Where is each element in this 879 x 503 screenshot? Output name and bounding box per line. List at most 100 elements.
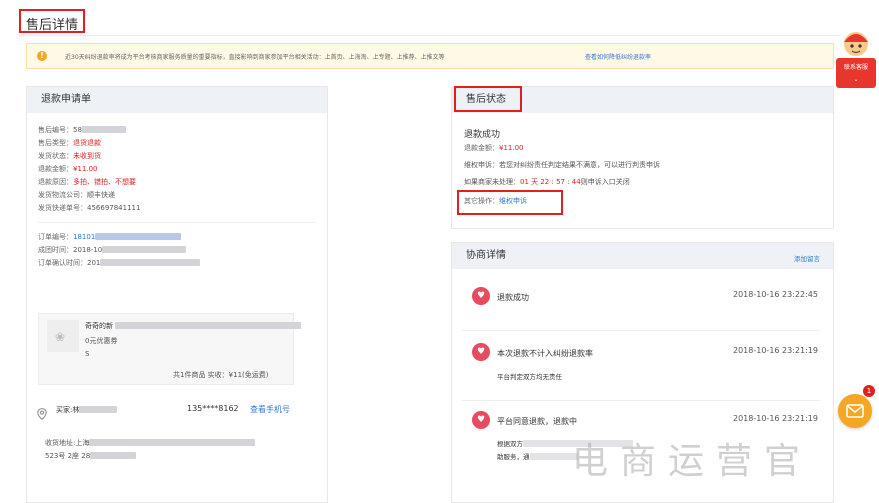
buyer-name: 买家:林 <box>56 406 80 414</box>
countdown-suffix: 则申诉入口关闭 <box>580 178 630 186</box>
divider <box>462 330 820 331</box>
buyer-phone: 135****8162 <box>187 404 239 413</box>
negotiation-title: 协商详情 <box>452 243 833 269</box>
refund-amount-row: 退款金额：¥11.00 <box>38 164 98 174</box>
after-sale-no-value: 58 <box>73 126 82 134</box>
tracking-value: 456697841111 <box>87 204 141 212</box>
logistics-value: 顺丰快递 <box>87 191 115 199</box>
redacted-mask <box>79 406 118 413</box>
customer-service-button[interactable]: 联系客服 ⌄ <box>836 58 876 88</box>
confirm-time-row: 订单确认时间：201 <box>38 258 201 268</box>
redacted-mask <box>95 233 182 240</box>
warning-icon: ! <box>37 51 47 61</box>
after-sale-no-row: 售后编号：58 <box>38 125 126 135</box>
after-sale-type-label: 售后类型： <box>38 139 73 147</box>
redacted-mask <box>102 246 187 253</box>
order-summary: 共1件商品 实收：¥11(免运费) <box>173 371 269 379</box>
chevron-down-icon: ⌄ <box>853 76 859 83</box>
refund-amount-label: 退款金额： <box>38 165 73 173</box>
status-amount-value: ¥11.00 <box>499 144 524 152</box>
logistics-row: 发货物流公司：顺丰快递 <box>38 190 115 200</box>
title-divider <box>19 35 839 36</box>
title-highlight-box <box>19 9 85 33</box>
product-name-row: 奇奇的新 <box>85 321 301 331</box>
coupon: 0元优惠券 <box>85 337 118 345</box>
after-sale-no-label: 售后编号： <box>38 126 73 134</box>
redacted-mask <box>529 453 578 460</box>
negotiation-item-time: 2018-10-16 23:21:19 <box>733 346 818 355</box>
mascot-icon[interactable] <box>841 28 871 58</box>
notice-bar: ! 近30天纠纷退款率将成为平台考核商家服务质量的重要指标，直接影响到商家参加平… <box>26 43 834 69</box>
countdown-row: 如果商家未处理：01 天 22 : 57 : 44则申诉入口关闭 <box>464 177 630 187</box>
negotiation-item-detail-line2: 助服务，通 <box>497 451 578 461</box>
redacted-mask <box>89 439 256 446</box>
customer-service-label: 联系客服 <box>843 64 868 71</box>
negotiation-item-time: 2018-10-16 23:21:19 <box>733 414 818 423</box>
redacted-mask <box>100 259 201 266</box>
divider <box>38 222 316 223</box>
after-sale-type-row: 售后类型：退货退款 <box>38 138 101 148</box>
status-amount-row: 退款金额：¥11.00 <box>464 143 524 153</box>
refund-amount-value: ¥11.00 <box>73 165 98 173</box>
other-ops-highlight-box <box>457 190 563 215</box>
refund-reason-label: 退款原因： <box>38 178 73 186</box>
negotiation-item-title: 平台同意退款，退款中 <box>497 417 577 426</box>
negotiation-detail-text2: 助服务，通 <box>497 453 530 461</box>
countdown-prefix: 如果商家未处理： <box>464 178 520 186</box>
negotiation-heart-icon: ♥ <box>472 287 490 305</box>
tracking-label: 发货快递单号： <box>38 204 87 212</box>
redacted-mask <box>115 322 301 329</box>
address-label: 收货地址:上海 <box>45 439 90 447</box>
divider <box>462 400 820 401</box>
negotiation-item-detail: 平台判定双方均无责任 <box>497 373 562 381</box>
negotiation-item-title: 本次退款不计入纠纷退款率 <box>497 349 593 358</box>
address-line2-row: 523号 2座 28 <box>45 451 137 461</box>
after-sale-type-value: 退货退款 <box>73 139 101 147</box>
address-row: 收货地址:上海 <box>45 438 256 448</box>
confirm-time-label: 订单确认时间： <box>38 259 87 267</box>
order-no-label: 订单编号： <box>38 233 73 241</box>
watermark: 电商运营官 <box>572 441 813 482</box>
message-button[interactable] <box>838 394 872 428</box>
negotiation-heart-icon: ♥ <box>472 411 490 429</box>
negotiation-item-title: 退款成功 <box>497 293 529 302</box>
deal-time-value: 2018-10 <box>73 246 103 254</box>
location-pin-icon <box>37 405 47 421</box>
negotiation-heart-icon: ♥ <box>472 343 490 361</box>
product-card: ❀ 奇奇的新 0元优惠券 S 共1件商品 实收：¥11(免运费) <box>38 313 301 385</box>
redacted-mask <box>90 452 137 459</box>
appeal-hint: 维权申诉：若您对纠纷责任判定结果不满意，可以进行判责申诉 <box>464 161 660 169</box>
refund-reason-row: 退款原因：多拍、错拍、不想要 <box>38 177 136 187</box>
status-title-highlight-box <box>454 86 522 112</box>
ship-status-label: 发货状态： <box>38 152 73 160</box>
refund-form-title: 退款申请单 <box>27 87 327 113</box>
order-no-row: 订单编号：18101 <box>38 232 182 242</box>
refund-status: 退款成功 <box>464 130 501 140</box>
notice-text: 近30天纠纷退款率将成为平台考核商家服务质量的重要指标，直接影响到商家参加平台相… <box>65 54 445 61</box>
address-line2: 523号 2座 28 <box>45 452 91 460</box>
image-placeholder-icon: ❀ <box>55 330 66 344</box>
product-thumbnail: ❀ <box>47 320 79 352</box>
unread-badge: 1 <box>863 385 875 397</box>
order-no-value[interactable]: 18101 <box>73 233 95 241</box>
ship-status-row: 发货状态：未收到货 <box>38 151 101 161</box>
notice-link[interactable]: 查看如何降低纠纷退款率 <box>585 52 651 61</box>
product-name: 奇奇的新 <box>85 322 113 330</box>
add-message-link[interactable]: 添加留言 <box>794 253 820 263</box>
view-phone-link[interactable]: 查看手机号 <box>250 404 290 415</box>
ship-status-value: 未收到货 <box>73 152 101 160</box>
countdown-value: 01 天 22 : 57 : 44 <box>520 178 581 186</box>
status-amount-label: 退款金额： <box>464 144 499 152</box>
confirm-time-value: 201 <box>87 259 101 267</box>
negotiation-detail-text: 根据双方 <box>497 440 523 448</box>
sku: S <box>85 350 90 358</box>
envelope-icon <box>846 404 864 418</box>
redacted-mask <box>81 126 126 133</box>
deal-time-label: 成团时间： <box>38 246 73 254</box>
negotiation-item-time: 2018-10-16 23:22:45 <box>733 290 818 299</box>
deal-time-row: 成团时间：2018-10 <box>38 245 187 255</box>
refund-reason-value: 多拍、错拍、不想要 <box>73 178 136 186</box>
buyer-row: 买家:林 <box>56 405 118 415</box>
tracking-row: 发货快递单号：456697841111 <box>38 203 140 213</box>
logistics-label: 发货物流公司： <box>38 191 87 199</box>
